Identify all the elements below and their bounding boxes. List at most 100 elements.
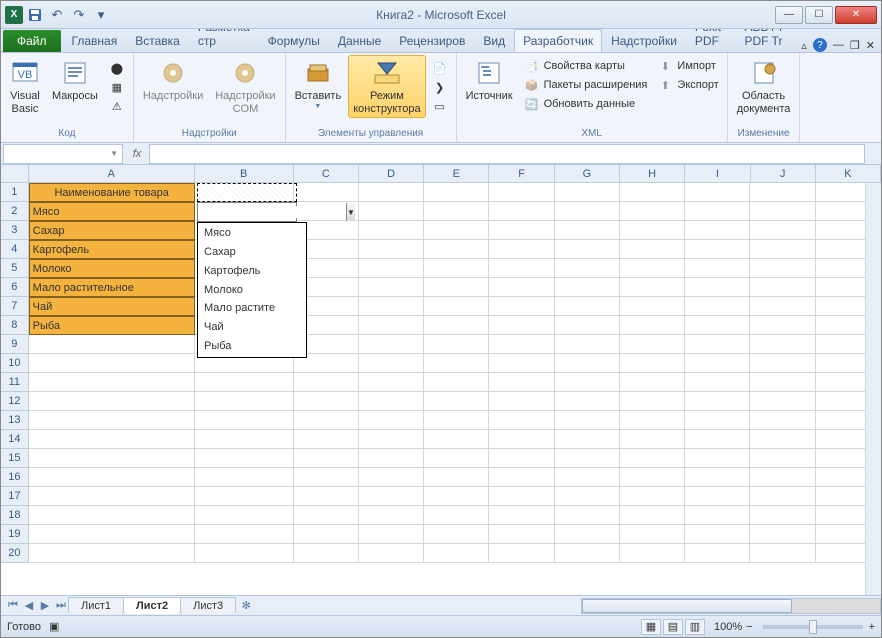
cell[interactable] bbox=[29, 354, 195, 373]
qat-save[interactable] bbox=[25, 5, 45, 25]
cell[interactable] bbox=[489, 430, 554, 449]
tab-home[interactable]: Главная bbox=[63, 29, 127, 52]
cell[interactable] bbox=[685, 240, 750, 259]
cell[interactable] bbox=[195, 544, 294, 563]
cell[interactable] bbox=[424, 259, 489, 278]
cell[interactable] bbox=[29, 392, 195, 411]
cell[interactable] bbox=[424, 506, 489, 525]
cell[interactable] bbox=[555, 297, 620, 316]
cell[interactable] bbox=[424, 525, 489, 544]
cell[interactable] bbox=[685, 297, 750, 316]
sheet-nav-next[interactable]: ▶ bbox=[37, 598, 53, 614]
cell[interactable] bbox=[620, 297, 685, 316]
cell[interactable] bbox=[424, 373, 489, 392]
insert-control-button[interactable]: Вставить ▼ bbox=[290, 55, 347, 114]
cell[interactable] bbox=[359, 240, 424, 259]
cell[interactable] bbox=[424, 354, 489, 373]
row-header[interactable]: 12 bbox=[1, 392, 29, 411]
cell[interactable] bbox=[750, 335, 815, 354]
cell[interactable] bbox=[750, 430, 815, 449]
cell[interactable] bbox=[750, 278, 815, 297]
combo-option[interactable]: Картофель bbox=[198, 262, 306, 281]
cell[interactable] bbox=[489, 487, 554, 506]
cell[interactable] bbox=[750, 354, 815, 373]
cell[interactable] bbox=[620, 430, 685, 449]
cell[interactable] bbox=[620, 354, 685, 373]
sheet-nav-first[interactable]: ⏮ bbox=[5, 598, 21, 614]
row-header[interactable]: 5 bbox=[1, 259, 29, 278]
tab-view[interactable]: Вид bbox=[474, 29, 514, 52]
cell[interactable] bbox=[685, 202, 750, 221]
refresh-button[interactable]: 🔄Обновить данные bbox=[520, 95, 652, 113]
cell[interactable] bbox=[294, 183, 359, 202]
addins-button[interactable]: Надстройки bbox=[138, 55, 208, 106]
cell[interactable] bbox=[555, 411, 620, 430]
row-header[interactable]: 11 bbox=[1, 373, 29, 392]
cell[interactable] bbox=[359, 411, 424, 430]
cell[interactable] bbox=[620, 449, 685, 468]
horizontal-scrollbar[interactable] bbox=[581, 598, 881, 614]
cell[interactable] bbox=[750, 487, 815, 506]
row-header[interactable]: 14 bbox=[1, 430, 29, 449]
row-header[interactable]: 2 bbox=[1, 202, 29, 221]
cell[interactable] bbox=[685, 278, 750, 297]
cell[interactable] bbox=[489, 449, 554, 468]
map-props-button[interactable]: 📑Свойства карты bbox=[520, 57, 652, 75]
cell[interactable]: Сахар bbox=[29, 221, 195, 240]
cell[interactable] bbox=[620, 506, 685, 525]
row-header[interactable]: 8 bbox=[1, 316, 29, 335]
name-box[interactable]: ▼ bbox=[3, 144, 123, 164]
cell[interactable] bbox=[29, 544, 195, 563]
cell[interactable] bbox=[489, 468, 554, 487]
cell[interactable] bbox=[424, 316, 489, 335]
row-header[interactable]: 19 bbox=[1, 525, 29, 544]
row-header[interactable]: 10 bbox=[1, 354, 29, 373]
cell[interactable] bbox=[359, 278, 424, 297]
cell[interactable] bbox=[489, 354, 554, 373]
combo-option[interactable]: Чай bbox=[198, 318, 306, 337]
cell[interactable] bbox=[195, 449, 294, 468]
cell[interactable] bbox=[424, 487, 489, 506]
cell[interactable] bbox=[294, 544, 359, 563]
cell[interactable] bbox=[750, 221, 815, 240]
cell[interactable] bbox=[294, 468, 359, 487]
cell[interactable] bbox=[359, 259, 424, 278]
cell[interactable] bbox=[294, 506, 359, 525]
cell[interactable] bbox=[555, 373, 620, 392]
macro-security-button[interactable]: ⚠ bbox=[105, 97, 129, 115]
properties-button[interactable]: 📄 bbox=[428, 59, 452, 77]
cell[interactable] bbox=[555, 259, 620, 278]
zoom-percent[interactable]: 100% bbox=[714, 621, 742, 633]
cell[interactable] bbox=[29, 430, 195, 449]
cell[interactable] bbox=[359, 506, 424, 525]
cell[interactable]: Рыба bbox=[29, 316, 195, 335]
cell[interactable] bbox=[685, 468, 750, 487]
cell[interactable] bbox=[685, 259, 750, 278]
cell[interactable] bbox=[424, 278, 489, 297]
close-button[interactable]: ✕ bbox=[835, 6, 877, 24]
cell[interactable] bbox=[555, 354, 620, 373]
cell[interactable] bbox=[750, 373, 815, 392]
view-layout-button[interactable]: ▤ bbox=[663, 619, 683, 635]
cell[interactable] bbox=[195, 392, 294, 411]
row-header[interactable]: 20 bbox=[1, 544, 29, 563]
zoom-out-button[interactable]: − bbox=[746, 621, 752, 633]
cell[interactable] bbox=[555, 221, 620, 240]
cell[interactable] bbox=[489, 335, 554, 354]
combo-option[interactable]: Мало растите bbox=[198, 299, 306, 318]
cell[interactable] bbox=[424, 183, 489, 202]
cell[interactable] bbox=[359, 449, 424, 468]
cell[interactable] bbox=[620, 278, 685, 297]
cell[interactable] bbox=[29, 525, 195, 544]
cell[interactable] bbox=[620, 240, 685, 259]
cell[interactable] bbox=[424, 430, 489, 449]
cell[interactable]: Наименование товара bbox=[29, 183, 195, 202]
sheet-nav-prev[interactable]: ◀ bbox=[21, 598, 37, 614]
col-header-h[interactable]: H bbox=[620, 165, 685, 183]
view-normal-button[interactable]: ▦ bbox=[641, 619, 661, 635]
zoom-slider[interactable] bbox=[763, 625, 863, 629]
cell[interactable] bbox=[685, 373, 750, 392]
mdi-close-icon[interactable]: ✕ bbox=[866, 39, 875, 52]
cell[interactable] bbox=[620, 525, 685, 544]
cell[interactable] bbox=[294, 525, 359, 544]
